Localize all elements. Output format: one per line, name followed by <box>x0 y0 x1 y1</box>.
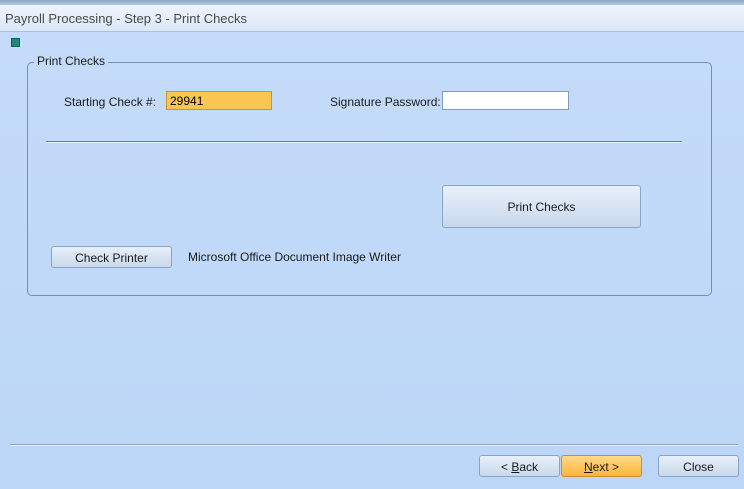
check-printer-button[interactable]: Check Printer <box>51 246 172 268</box>
group-divider <box>46 141 682 143</box>
printer-name: Microsoft Office Document Image Writer <box>188 250 401 264</box>
next-label: ext > <box>592 460 620 474</box>
next-accelerator: N <box>583 460 593 474</box>
close-button[interactable]: Close <box>658 455 739 477</box>
window-title: Payroll Processing - Step 3 - Print Chec… <box>5 11 248 26</box>
next-button[interactable]: Next > <box>561 455 642 477</box>
step-marker-icon <box>11 38 20 47</box>
back-prefix: < <box>500 460 512 474</box>
footer-divider <box>10 444 738 446</box>
print-checks-button[interactable]: Print Checks <box>442 185 641 228</box>
group-legend: Print Checks <box>34 54 109 68</box>
starting-check-label: Starting Check #: <box>64 95 157 109</box>
title-bar: Payroll Processing - Step 3 - Print Chec… <box>0 5 744 32</box>
starting-check-input[interactable] <box>166 91 272 110</box>
back-button[interactable]: < Back <box>479 455 560 477</box>
signature-password-label: Signature Password: <box>330 95 441 109</box>
back-label: ack <box>519 460 539 474</box>
signature-password-input[interactable] <box>442 91 569 110</box>
